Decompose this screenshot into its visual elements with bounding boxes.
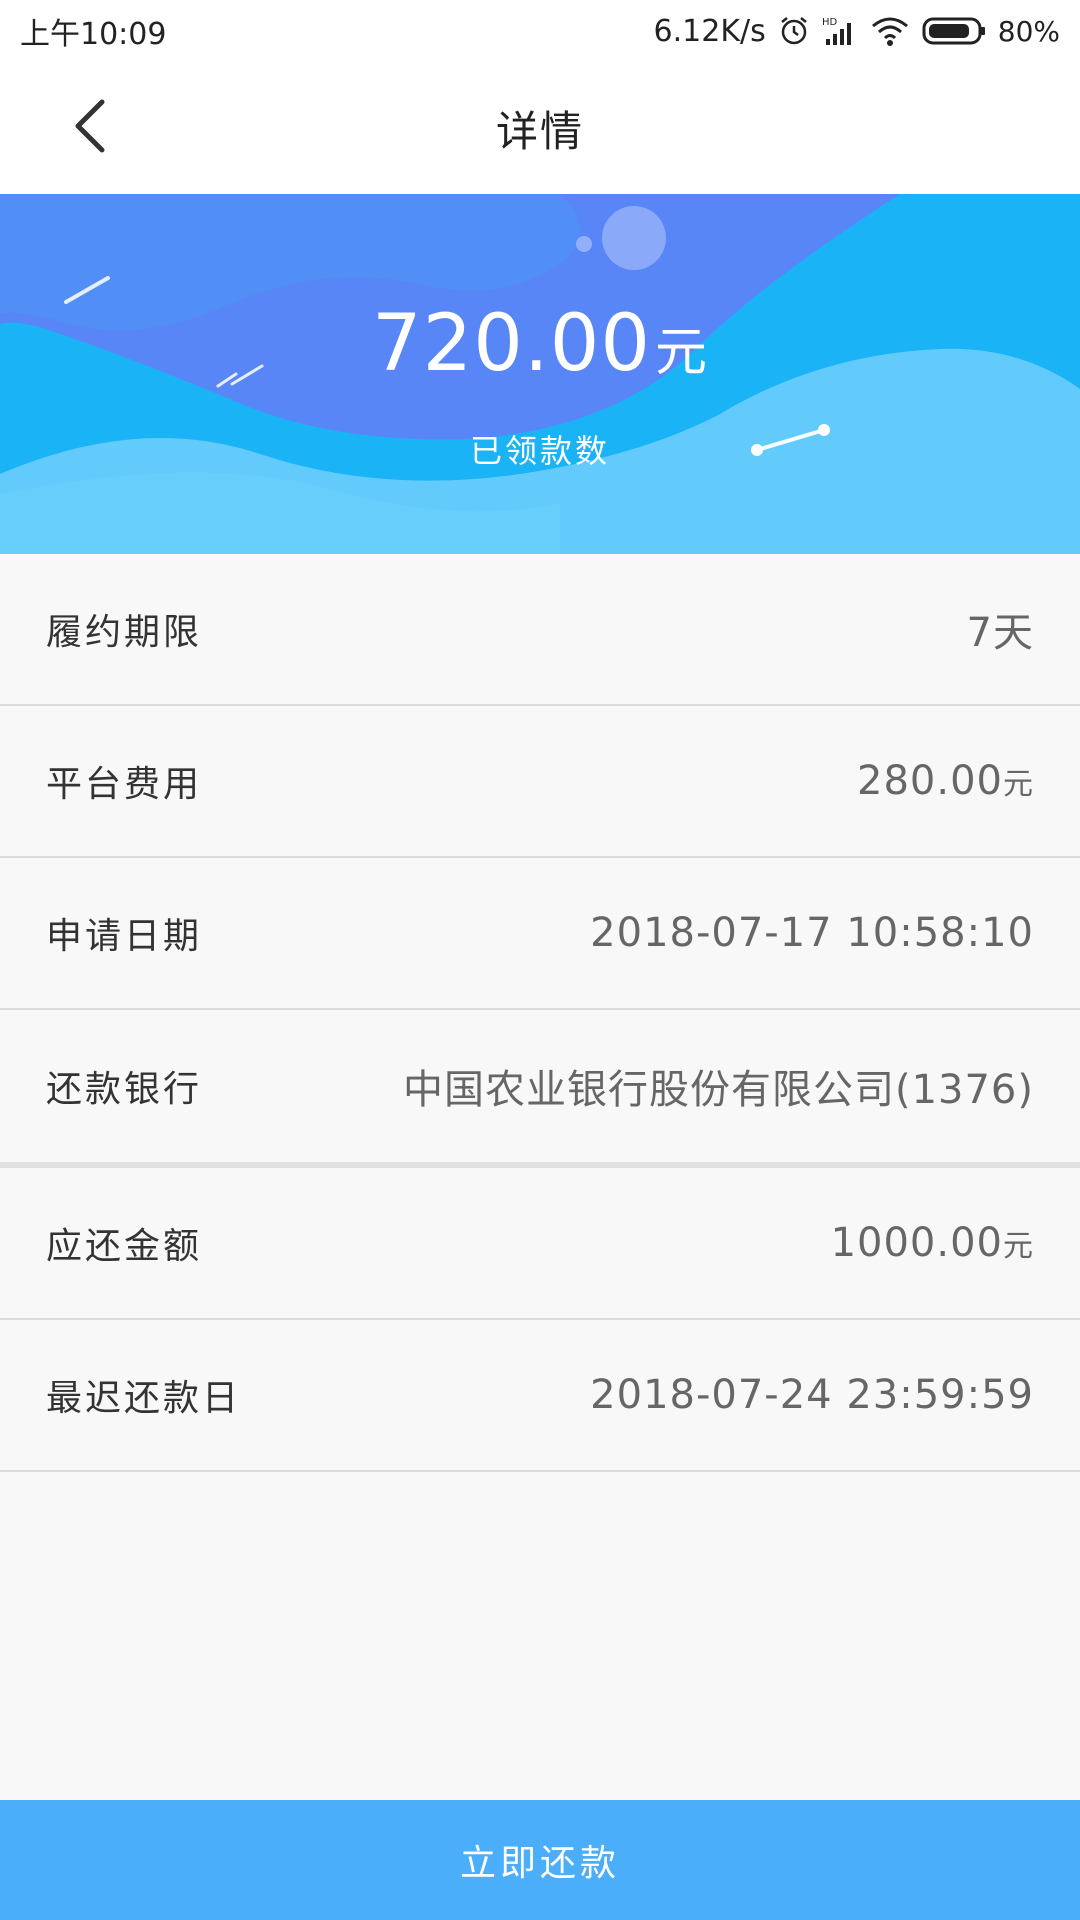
platform-fee-value: 280.00 [857, 758, 1003, 804]
loan-info-group: 履约期限 7天 平台费用 280.00元 申请日期 2018-07-17 10:… [0, 554, 1080, 1162]
due-amount-unit: 元 [1003, 1229, 1034, 1264]
battery-icon [922, 16, 986, 46]
received-amount: 720.00元 [0, 299, 1080, 389]
platform-fee-row: 平台费用 280.00元 [0, 706, 1080, 858]
alarm-icon [778, 15, 810, 47]
platform-fee-label: 平台费用 [46, 764, 203, 805]
due-amount: 1000.00元 [831, 1220, 1034, 1266]
status-left: 上午10:09 [20, 9, 166, 53]
page-title: 详情 [495, 106, 584, 156]
term-row: 履约期限 7天 [0, 554, 1080, 706]
term-label: 履约期限 [46, 612, 203, 653]
received-amount-value: 720.00 [372, 299, 651, 389]
status-time: 上午10:09 [20, 17, 167, 52]
latest-due-date-label: 最迟还款日 [46, 1378, 242, 1419]
due-amount-value: 1000.00 [830, 1220, 1003, 1266]
status-right: 6.12K/s HD 80% [654, 14, 1060, 49]
nav-bar: 详情 [0, 62, 1080, 194]
repay-bank-value: 中国农业银行股份有限公司(1376) [402, 1067, 1034, 1113]
received-amount-unit: 元 [654, 323, 708, 383]
latest-due-date-row: 最迟还款日 2018-07-24 23:59:59 [0, 1320, 1080, 1472]
term-value: 7天 [966, 610, 1034, 656]
detail-list: 履约期限 7天 平台费用 280.00元 申请日期 2018-07-17 10:… [0, 554, 1080, 1472]
amount-banner: 720.00元 已领款数 [0, 194, 1080, 554]
battery-percentage: 80% [997, 14, 1060, 48]
received-amount-label: 已领款数 [469, 432, 610, 470]
latest-due-date-value: 2018-07-24 23:59:59 [590, 1372, 1034, 1418]
network-speed: 6.12K/s [653, 13, 766, 49]
hd-signal-icon: HD [822, 15, 858, 47]
due-amount-label: 应还金额 [46, 1226, 203, 1267]
apply-date-row: 申请日期 2018-07-17 10:58:10 [0, 858, 1080, 1010]
svg-text:HD: HD [822, 17, 838, 28]
platform-fee-unit: 元 [1003, 767, 1034, 802]
repayment-info-group: 应还金额 1000.00元 最迟还款日 2018-07-24 23:59:59 [0, 1162, 1080, 1472]
repay-now-button[interactable]: 立即还款 [0, 1800, 1080, 1920]
repay-bank-row: 还款银行 中国农业银行股份有限公司(1376) [0, 1010, 1080, 1162]
due-amount-row: 应还金额 1000.00元 [0, 1168, 1080, 1320]
apply-date-label: 申请日期 [46, 916, 203, 957]
repay-bank-label: 还款银行 [46, 1069, 203, 1110]
platform-fee-amount: 280.00元 [857, 758, 1034, 804]
apply-date-value: 2018-07-17 10:58:10 [590, 910, 1034, 956]
wifi-icon [870, 15, 910, 47]
status-bar: 上午10:09 6.12K/s HD 80% [0, 0, 1080, 62]
